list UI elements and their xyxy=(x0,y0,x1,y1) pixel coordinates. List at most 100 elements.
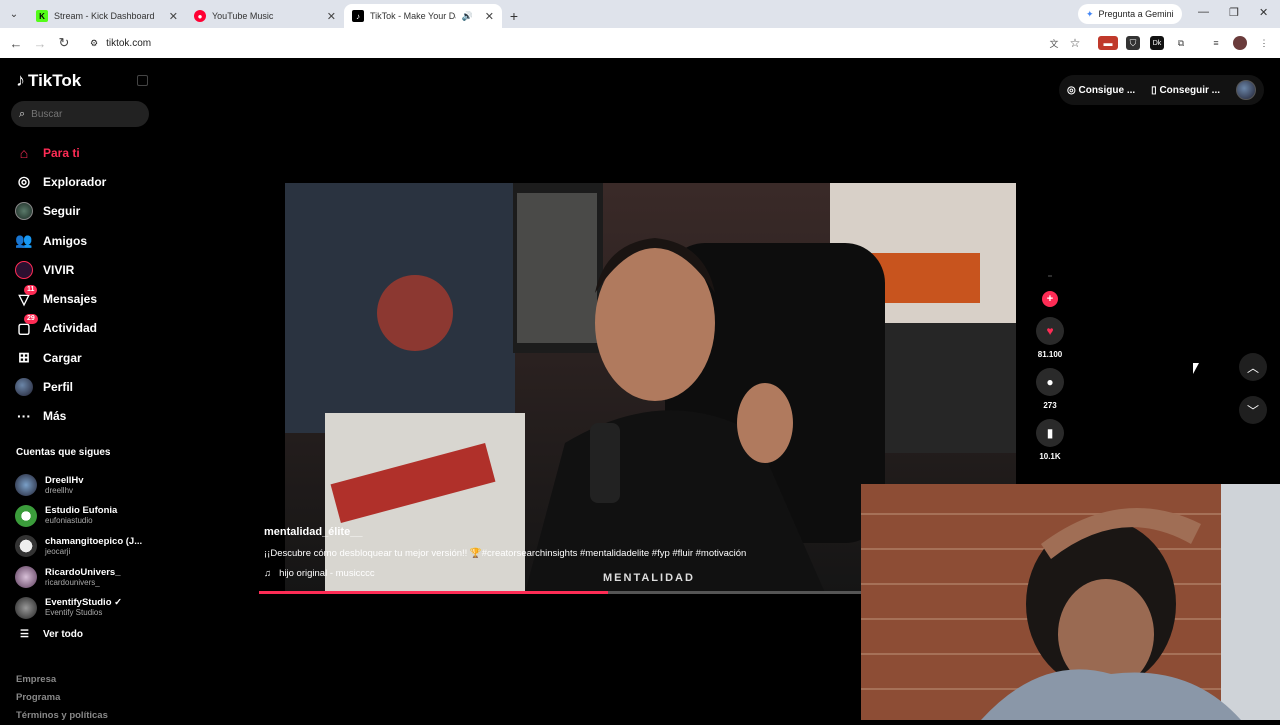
tab-tiktok[interactable]: ♪ TikTok - Make Your Day 🔊 ✕ xyxy=(344,4,502,28)
media-control-icon[interactable]: ≡ xyxy=(1209,36,1223,50)
previous-video-button[interactable]: ︿ xyxy=(1239,353,1267,381)
close-icon[interactable]: ✕ xyxy=(485,10,494,23)
sidebar-item-amigos[interactable]: 👥 Amigos xyxy=(15,226,155,255)
account-handle: jeocarji xyxy=(45,546,71,556)
account-handle: eufoniastudio xyxy=(45,516,93,526)
tiktok-logo[interactable]: ♪ TikTok xyxy=(16,70,81,91)
extensions-puzzle-icon[interactable]: ⧉ xyxy=(1174,36,1188,50)
messages-icon: ▽ 11 xyxy=(15,285,38,308)
sidebar-nav: ⌂ Para ti ◎ Explorador Seguir 👥 Amigos V… xyxy=(15,138,155,431)
kick-icon: K xyxy=(36,10,48,22)
comment-count: 273 xyxy=(1043,401,1057,410)
tab-kick[interactable]: K Stream - Kick Dashboard ✕ xyxy=(28,4,186,28)
sidebar-item-explorador[interactable]: ◎ Explorador xyxy=(15,167,155,196)
get-coins-button[interactable]: ◎ Consigue ... xyxy=(1067,85,1135,96)
sidebar-item-actividad[interactable]: ▢ 29 Actividad xyxy=(15,314,155,343)
profile-avatar[interactable] xyxy=(1236,80,1256,100)
tiktok-wordmark: TikTok xyxy=(28,70,82,90)
dark-extension-icon[interactable]: Dk xyxy=(1150,36,1164,50)
close-window-button[interactable]: ✕ xyxy=(1259,6,1268,19)
like-button[interactable]: ♥ xyxy=(1036,317,1064,345)
footer-link[interactable]: Empresa xyxy=(16,671,108,689)
get-app-button[interactable]: ▯ Conseguir ... xyxy=(1151,85,1220,96)
sidebar-item-label: Actividad xyxy=(43,321,98,336)
address-bar[interactable]: ⚙ tiktok.com xyxy=(90,38,151,49)
see-all-button[interactable]: ☰ Ver todo xyxy=(20,629,83,640)
list-icon: ☰ xyxy=(20,629,29,640)
save-count: 10.1K xyxy=(1039,452,1061,461)
collapse-sidebar-icon[interactable] xyxy=(137,75,148,86)
avatar xyxy=(15,504,37,527)
messages-badge: 11 xyxy=(24,285,38,296)
following-account[interactable]: RicardoUnivers_ ricardounivers_ xyxy=(15,562,160,593)
ask-gemini-button[interactable]: ✦ Pregunta a Gemini xyxy=(1078,4,1182,24)
activity-badge: 29 xyxy=(24,314,38,325)
creator-avatar[interactable]: ▭ xyxy=(1037,273,1063,285)
sidebar-item-perfil[interactable]: Perfil xyxy=(15,372,155,401)
speaker-icon[interactable]: 🔊 xyxy=(462,11,473,22)
sidebar-item-seguir[interactable]: Seguir xyxy=(15,197,155,226)
sidebar-item-cargar[interactable]: ⊞ Cargar xyxy=(15,343,155,372)
tiktok-page: ♪ TikTok ⌕ ⌂ Para ti ◎ Explorador Seguir… xyxy=(0,58,1280,721)
save-button[interactable]: ▮ xyxy=(1036,419,1064,447)
search-input[interactable] xyxy=(31,108,132,120)
tab-title: Stream - Kick Dashboard xyxy=(54,11,155,21)
tiktok-note-icon: ♪ xyxy=(16,70,25,90)
reload-button[interactable]: ↻ xyxy=(52,35,76,51)
comment-button[interactable]: ● xyxy=(1036,368,1064,396)
sidebar-item-label: Seguir xyxy=(43,204,81,219)
bookmark-star-icon[interactable]: ☆ xyxy=(1068,36,1082,50)
chevron-down-icon: ﹀ xyxy=(1246,403,1259,418)
shield-extension-icon[interactable]: ⛉ xyxy=(1126,36,1140,50)
account-name: EventifyStudio ✓ xyxy=(45,597,123,609)
avatar xyxy=(15,474,37,497)
video-music[interactable]: ♫ hijo original - musicccc xyxy=(264,568,864,579)
sidebar-item-mensajes[interactable]: ▽ 11 Mensajes xyxy=(15,284,155,313)
footer-link[interactable]: Términos y políticas xyxy=(16,707,108,725)
footer-link[interactable]: Programa xyxy=(16,689,108,707)
translate-icon[interactable]: 文 xyxy=(1047,36,1061,50)
restore-button[interactable]: ❐ xyxy=(1229,6,1239,19)
account-name: RicardoUnivers_ xyxy=(45,566,121,578)
tab-youtube-music[interactable]: ● YouTube Music ✕ xyxy=(186,4,344,28)
close-icon[interactable]: ✕ xyxy=(327,10,336,23)
sidebar-item-para-ti[interactable]: ⌂ Para ti xyxy=(15,138,155,167)
follow-plus-icon[interactable]: + xyxy=(1042,291,1058,307)
url-text: tiktok.com xyxy=(106,37,152,49)
following-account[interactable]: DreellHv dreellhv xyxy=(15,470,160,501)
heart-icon: ♥ xyxy=(1046,324,1054,338)
sidebar-item-mas[interactable]: ··· Más xyxy=(15,402,155,431)
video-username[interactable]: mentalidad_élite__ xyxy=(264,526,864,538)
sidebar-item-vivir[interactable]: VIVIR xyxy=(15,255,155,284)
back-button[interactable]: ← xyxy=(4,36,28,51)
minimize-button[interactable]: — xyxy=(1198,6,1209,18)
following-section-title: Cuentas que sigues xyxy=(16,447,111,458)
activity-icon: ▢ 29 xyxy=(15,314,38,337)
following-account[interactable]: Estudio Eufonia eufoniastudio xyxy=(15,501,160,532)
video-progress-bar[interactable] xyxy=(259,591,861,594)
mouse-cursor xyxy=(1193,363,1199,374)
browser-toolbar: ← → ↻ ⚙ tiktok.com xyxy=(0,28,1280,58)
close-icon[interactable]: ✕ xyxy=(169,10,178,23)
sidebar-item-label: Para ti xyxy=(43,145,80,160)
forward-button[interactable]: → xyxy=(28,36,52,51)
search-box[interactable]: ⌕ xyxy=(11,101,149,127)
compass-icon: ◎ xyxy=(17,173,31,190)
chrome-menu-icon[interactable]: ⋮ xyxy=(1257,36,1271,50)
site-info-icon[interactable]: ⚙ xyxy=(90,38,98,49)
following-account[interactable]: chamangitoepico (J... jeocarji xyxy=(15,531,160,562)
tab-search-icon[interactable]: ⌄ xyxy=(0,0,28,28)
sidebar-item-label: Explorador xyxy=(43,174,107,189)
following-account[interactable]: EventifyStudio ✓ Eventify Studios xyxy=(15,592,160,623)
gemini-icon: ✦ xyxy=(1086,8,1094,19)
profile-avatar-icon xyxy=(15,378,33,397)
more-icon: ··· xyxy=(17,408,31,425)
extension-toolbox-icon[interactable]: ▬ xyxy=(1098,36,1118,50)
sidebar-item-label: Mensajes xyxy=(43,292,98,307)
profile-avatar-icon[interactable] xyxy=(1233,36,1247,50)
avatar xyxy=(15,566,37,589)
coin-icon: ◎ xyxy=(1066,84,1079,96)
following-list: DreellHv dreellhv Estudio Eufonia eufonias… xyxy=(15,470,160,623)
next-video-button[interactable]: ﹀ xyxy=(1239,396,1267,424)
new-tab-button[interactable]: + xyxy=(502,4,526,28)
